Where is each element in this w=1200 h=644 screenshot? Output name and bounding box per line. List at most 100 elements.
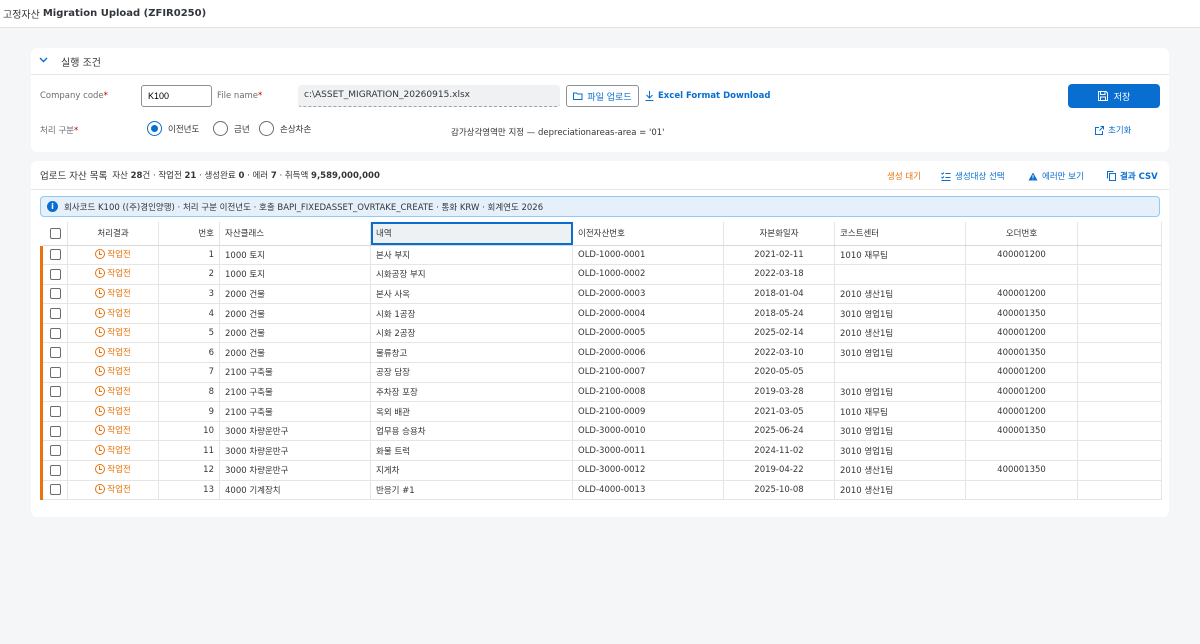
- file-upload-button[interactable]: 파일 업로드: [566, 85, 639, 107]
- save-button[interactable]: 저장: [1068, 84, 1160, 108]
- chevron-down-icon[interactable]: [39, 56, 53, 66]
- row-checkbox[interactable]: [49, 249, 61, 261]
- order-no-cell: 400001200: [965, 284, 1078, 305]
- old-asset-no-cell: OLD-2100-0007: [572, 362, 724, 383]
- col-capitalization-date[interactable]: 자본화일자: [723, 222, 835, 246]
- clock-icon: [95, 385, 106, 396]
- select-all-checkbox[interactable]: [49, 227, 61, 239]
- row-select-cell[interactable]: [40, 362, 68, 383]
- capitalization-date-cell: 2025-06-24: [723, 421, 835, 442]
- cost-center-cell: 2010 생산1팀: [834, 323, 966, 344]
- col-order-no[interactable]: 오더번호: [965, 222, 1078, 246]
- radio-current-year[interactable]: 금년: [213, 121, 250, 136]
- table-row[interactable]: 작업전 7 2100 구축물 공장 담장 OLD-2100-0007 2020-05-05…: [40, 362, 1162, 383]
- select-all-cell[interactable]: [41, 222, 68, 246]
- row-select-cell[interactable]: [40, 401, 68, 422]
- row-checkbox[interactable]: [49, 464, 61, 476]
- table-row[interactable]: 작업전 3 2000 건물 본사 사옥 OLD-2000-0003 2018-01-04 2…: [40, 284, 1162, 305]
- row-checkbox[interactable]: [49, 484, 61, 496]
- row-select-cell[interactable]: [40, 382, 68, 403]
- col-number[interactable]: 번호: [158, 222, 220, 246]
- table-row[interactable]: 작업전 12 3000 차량운반구 지게차 OLD-3000-0012 2019-04-2…: [40, 460, 1162, 481]
- col-status[interactable]: 처리결과: [67, 222, 159, 246]
- col-description[interactable]: 내역: [370, 222, 573, 246]
- old-asset-no-cell: OLD-1000-0002: [572, 264, 724, 285]
- capitalization-date-cell: 2024-11-02: [723, 440, 835, 462]
- row-checkbox[interactable]: [49, 268, 61, 280]
- row-select-cell[interactable]: [40, 421, 68, 442]
- table-row[interactable]: 작업전 2 1000 토지 시화공장 부지 OLD-1000-0002 2022-03-1…: [40, 264, 1162, 285]
- reset-link[interactable]: 초기화: [1095, 124, 1131, 136]
- table-row[interactable]: 작업전 10 3000 차량운반구 업무용 승용차 OLD-3000-0010 2025-…: [40, 421, 1162, 442]
- status-text: 작업전: [107, 406, 131, 417]
- status-text: 작업전: [107, 465, 131, 476]
- capitalization-date-cell: 2019-03-28: [723, 382, 835, 403]
- description-cell: 본사 부지: [370, 245, 573, 266]
- status-text: 작업전: [107, 445, 131, 456]
- row-checkbox[interactable]: [49, 288, 61, 300]
- row-select-cell[interactable]: [40, 245, 68, 266]
- row-checkbox[interactable]: [49, 366, 61, 378]
- order-no-cell: 400001200: [965, 362, 1078, 383]
- table-row[interactable]: 작업전 1 1000 토지 본사 부지 OLD-1000-0001 2021-02-11 1…: [40, 245, 1162, 266]
- description-cell: 시화 1공장: [370, 303, 573, 324]
- status-badge: 작업전: [95, 346, 131, 358]
- result-csv-button[interactable]: 결과 CSV: [1107, 170, 1158, 182]
- warning-icon: [1028, 172, 1038, 180]
- row-select-cell[interactable]: [40, 342, 68, 364]
- row-select-cell[interactable]: [40, 440, 68, 462]
- radio-button[interactable]: [213, 121, 228, 136]
- radio-impairment[interactable]: 손상차손: [259, 121, 311, 136]
- errors-only-button[interactable]: 에러만 보기: [1028, 170, 1084, 182]
- row-select-cell[interactable]: [40, 480, 68, 501]
- table-row[interactable]: 작업전 8 2100 구축물 주차장 포장 OLD-2100-0008 2019-03-2…: [40, 382, 1162, 403]
- capitalization-date-cell: 2018-05-24: [723, 303, 835, 324]
- table-row[interactable]: 작업전 13 4000 기계장치 반응기 #1 OLD-4000-0013 2025-10…: [40, 480, 1162, 501]
- row-checkbox[interactable]: [49, 425, 61, 437]
- table-row[interactable]: 작업전 11 3000 차량운반구 화물 트럭 OLD-3000-0011 2024-11…: [40, 440, 1162, 462]
- clock-icon: [95, 405, 106, 416]
- asset-class-cell: 2100 구축물: [219, 362, 371, 383]
- table-row[interactable]: 작업전 4 2000 건물 시화 1공장 OLD-2000-0004 2018-05-24…: [40, 303, 1162, 324]
- radio-label: 손상차손: [280, 124, 312, 135]
- old-asset-no-cell: OLD-3000-0011: [572, 440, 724, 462]
- row-select-cell[interactable]: [40, 303, 68, 324]
- table-row[interactable]: 작업전 6 2000 건물 물류창고 OLD-2000-0006 2022-03-10 30…: [40, 342, 1162, 364]
- old-asset-no-cell: OLD-2000-0006: [572, 342, 724, 364]
- select-targets-button[interactable]: 생성대상 선택: [941, 170, 1005, 182]
- radio-button[interactable]: [259, 121, 274, 136]
- status-cell: 작업전: [67, 342, 159, 364]
- table-row[interactable]: 작업전 9 2100 구축물 옥외 배관 OLD-2100-0009 2021-03-05…: [40, 401, 1162, 422]
- table-row[interactable]: 작업전 5 2000 건물 시화 2공장 OLD-2000-0005 2025-02-14…: [40, 323, 1162, 344]
- row-select-cell[interactable]: [40, 284, 68, 305]
- col-cost-center[interactable]: 코스트센터: [834, 222, 966, 246]
- asset-class-cell: 2000 건물: [219, 323, 371, 344]
- col-asset-class[interactable]: 자산클래스: [219, 222, 371, 246]
- status-cell: 작업전: [67, 440, 159, 462]
- app-title: Migration Upload (ZFIR0250): [42, 8, 207, 19]
- asset-list-panel: 업로드 자산 목록 자산 28건 · 작업전 21 · 생성완료 0 · 에러 …: [31, 161, 1169, 517]
- row-checkbox[interactable]: [49, 386, 61, 398]
- company-code-input[interactable]: [141, 85, 212, 107]
- filler-cell: [1077, 323, 1162, 344]
- row-checkbox[interactable]: [49, 406, 61, 418]
- criteria-panel-header[interactable]: 실행 조건: [31, 48, 1169, 75]
- info-message-text: 회사코드 K100 ((주)경인양행) · 처리 구분 이전년도 · 호출 BA…: [64, 202, 544, 213]
- pending-create-button[interactable]: 생성 대기: [887, 170, 921, 182]
- row-select-cell[interactable]: [40, 264, 68, 285]
- clock-icon: [95, 268, 106, 279]
- row-checkbox[interactable]: [49, 445, 61, 457]
- row-select-cell[interactable]: [40, 460, 68, 481]
- folder-open-icon: [573, 92, 583, 100]
- row-select-cell[interactable]: [40, 323, 68, 344]
- excel-format-download-link[interactable]: Excel Format Download: [645, 91, 770, 101]
- info-message-strip: i 회사코드 K100 ((주)경인양행) · 처리 구분 이전년도 · 호출 …: [40, 196, 1160, 217]
- status-cell: 작업전: [67, 323, 159, 344]
- row-checkbox[interactable]: [49, 308, 61, 320]
- radio-prior-year[interactable]: 이전년도: [147, 121, 199, 136]
- radio-button[interactable]: [147, 121, 162, 136]
- col-old-asset-no[interactable]: 이전자산번호: [572, 222, 724, 246]
- row-checkbox[interactable]: [49, 347, 61, 359]
- order-no-cell: [965, 480, 1078, 501]
- row-checkbox[interactable]: [49, 327, 61, 339]
